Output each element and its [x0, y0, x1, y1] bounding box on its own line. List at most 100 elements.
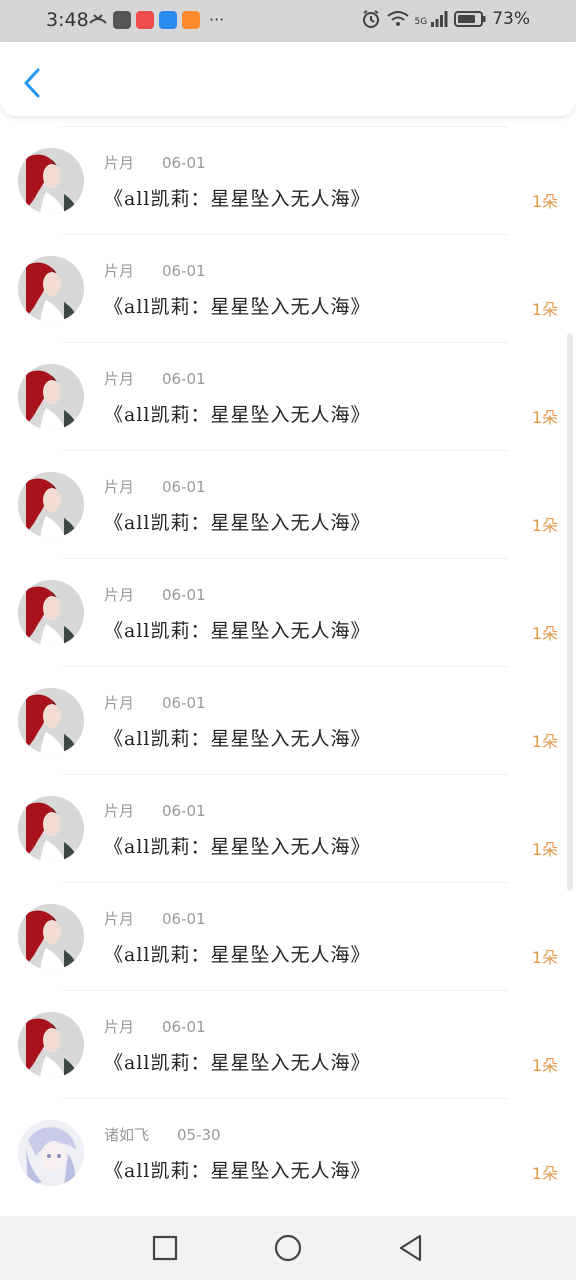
reward-list[interactable]: 片月 06-01 《all凯莉：星星坠入无人海》 1朵 片月 06-01 《all凯… — [0, 126, 576, 1216]
author-name[interactable]: 片月 — [104, 370, 134, 388]
system-nav-bar — [0, 1216, 576, 1280]
wifi-icon — [386, 11, 409, 26]
list-item[interactable]: 片月 06-01 《all凯莉：星星坠入无人海》 1朵 — [0, 450, 576, 557]
shop-app-icon — [136, 10, 154, 29]
avatar[interactable] — [18, 904, 84, 970]
notification-icons: ··· — [88, 10, 224, 29]
list-item[interactable]: 片月 06-01 《all凯莉：星星坠入无人海》 1朵 — [0, 990, 576, 1097]
author-name[interactable]: 片月 — [104, 802, 134, 820]
row-divider — [62, 990, 508, 991]
item-meta: 片月 06-01 — [104, 692, 206, 713]
status-bar: 3:48 ··· 5G 73% — [0, 0, 576, 42]
row-divider — [62, 558, 508, 559]
item-date: 06-01 — [162, 586, 206, 604]
list-item[interactable]: 诸如飞 05-30 《all凯莉：星星坠入无人海》 1朵 — [0, 1098, 576, 1205]
list-item[interactable]: 片月 06-01 《all凯莉：星星坠入无人海》 1朵 — [0, 558, 576, 665]
row-divider — [62, 342, 508, 343]
recent-apps-button[interactable] — [150, 1233, 180, 1263]
row-divider — [62, 882, 508, 883]
row-divider — [62, 774, 508, 775]
item-meta: 片月 06-01 — [104, 152, 206, 173]
network-type: 5G — [414, 17, 428, 27]
avatar[interactable] — [18, 148, 84, 214]
item-date: 06-01 — [162, 478, 206, 496]
battery-icon — [454, 11, 486, 27]
item-date: 06-01 — [162, 370, 206, 388]
work-title[interactable]: 《all凯莉：星星坠入无人海》 — [104, 724, 370, 751]
avatar[interactable] — [18, 1012, 84, 1078]
author-name[interactable]: 诸如飞 — [104, 1126, 149, 1144]
work-title[interactable]: 《all凯莉：星星坠入无人海》 — [104, 184, 370, 211]
app-notification-icon — [113, 10, 131, 29]
reward-count: 1朵 — [531, 516, 558, 535]
list-item[interactable]: 片月 06-01 《all凯莉：星星坠入无人海》 1朵 — [0, 126, 576, 233]
row-divider — [62, 126, 508, 127]
author-name[interactable]: 片月 — [104, 910, 134, 928]
reward-count: 1朵 — [531, 1164, 558, 1183]
item-meta: 片月 06-01 — [104, 908, 206, 929]
author-name[interactable]: 片月 — [104, 154, 134, 172]
item-date: 06-01 — [162, 1018, 206, 1036]
avatar[interactable] — [18, 364, 84, 430]
avatar[interactable] — [18, 580, 84, 646]
work-title[interactable]: 《all凯莉：星星坠入无人海》 — [104, 508, 370, 535]
alarm-icon — [362, 10, 379, 28]
item-date: 05-30 — [177, 1126, 221, 1144]
work-title[interactable]: 《all凯莉：星星坠入无人海》 — [104, 1048, 370, 1075]
list-item[interactable]: 片月 06-01 《all凯莉：星星坠入无人海》 1朵 — [0, 342, 576, 449]
author-name[interactable]: 片月 — [104, 586, 134, 604]
author-name[interactable]: 片月 — [104, 694, 134, 712]
author-name[interactable]: 片月 — [104, 478, 134, 496]
work-title[interactable]: 《all凯莉：星星坠入无人海》 — [104, 292, 370, 319]
avatar[interactable] — [18, 1120, 84, 1186]
row-divider — [62, 666, 508, 667]
avatar[interactable] — [18, 796, 84, 862]
reward-count: 1朵 — [531, 840, 558, 859]
scrollbar[interactable] — [567, 333, 573, 891]
work-title[interactable]: 《all凯莉：星星坠入无人海》 — [104, 832, 370, 859]
battery-level: 73% — [492, 9, 530, 29]
list-item[interactable]: 片月 06-01 《all凯莉：星星坠入无人海》 1朵 — [0, 774, 576, 881]
item-meta: 片月 06-01 — [104, 260, 206, 281]
square-icon — [152, 1235, 178, 1261]
work-title[interactable]: 《all凯莉：星星坠入无人海》 — [104, 940, 370, 967]
missed-call-icon — [89, 13, 107, 24]
video-app-icon — [182, 10, 200, 29]
author-name[interactable]: 片月 — [104, 262, 134, 280]
reward-count: 1朵 — [531, 948, 558, 967]
list-item[interactable]: 片月 06-01 《all凯莉：星星坠入无人海》 1朵 — [0, 666, 576, 773]
avatar[interactable] — [18, 472, 84, 538]
item-date: 06-01 — [162, 802, 206, 820]
status-time: 3:48 — [46, 9, 89, 31]
list-item[interactable]: 片月 06-01 《all凯莉：星星坠入无人海》 1朵 — [0, 882, 576, 989]
weibo-icon — [159, 10, 177, 29]
item-meta: 片月 06-01 — [104, 800, 206, 821]
reward-count: 1朵 — [531, 192, 558, 211]
system-indicators: 5G 73% — [361, 9, 530, 29]
circle-icon — [274, 1234, 302, 1262]
item-meta: 片月 06-01 — [104, 584, 206, 605]
reward-count: 1朵 — [531, 732, 558, 751]
work-title[interactable]: 《all凯莉：星星坠入无人海》 — [104, 400, 370, 427]
reward-count: 1朵 — [531, 1056, 558, 1075]
item-meta: 片月 06-01 — [104, 476, 206, 497]
reward-count: 1朵 — [531, 300, 558, 319]
item-date: 06-01 — [162, 694, 206, 712]
more-notifications-icon: ··· — [209, 10, 225, 29]
work-title[interactable]: 《all凯莉：星星坠入无人海》 — [104, 1156, 370, 1183]
reward-count: 1朵 — [531, 624, 558, 643]
home-button[interactable] — [273, 1233, 303, 1263]
reward-count: 1朵 — [531, 408, 558, 427]
avatar[interactable] — [18, 256, 84, 322]
row-divider — [62, 1098, 508, 1099]
system-back-button[interactable] — [396, 1233, 426, 1263]
back-button[interactable] — [18, 66, 46, 100]
work-title[interactable]: 《all凯莉：星星坠入无人海》 — [104, 616, 370, 643]
list-item[interactable]: 片月 06-01 《all凯莉：星星坠入无人海》 1朵 — [0, 234, 576, 341]
author-name[interactable]: 片月 — [104, 1018, 134, 1036]
avatar[interactable] — [18, 688, 84, 754]
item-meta: 片月 06-01 — [104, 1016, 206, 1037]
item-date: 06-01 — [162, 262, 206, 280]
item-date: 06-01 — [162, 910, 206, 928]
item-meta: 片月 06-01 — [104, 368, 206, 389]
